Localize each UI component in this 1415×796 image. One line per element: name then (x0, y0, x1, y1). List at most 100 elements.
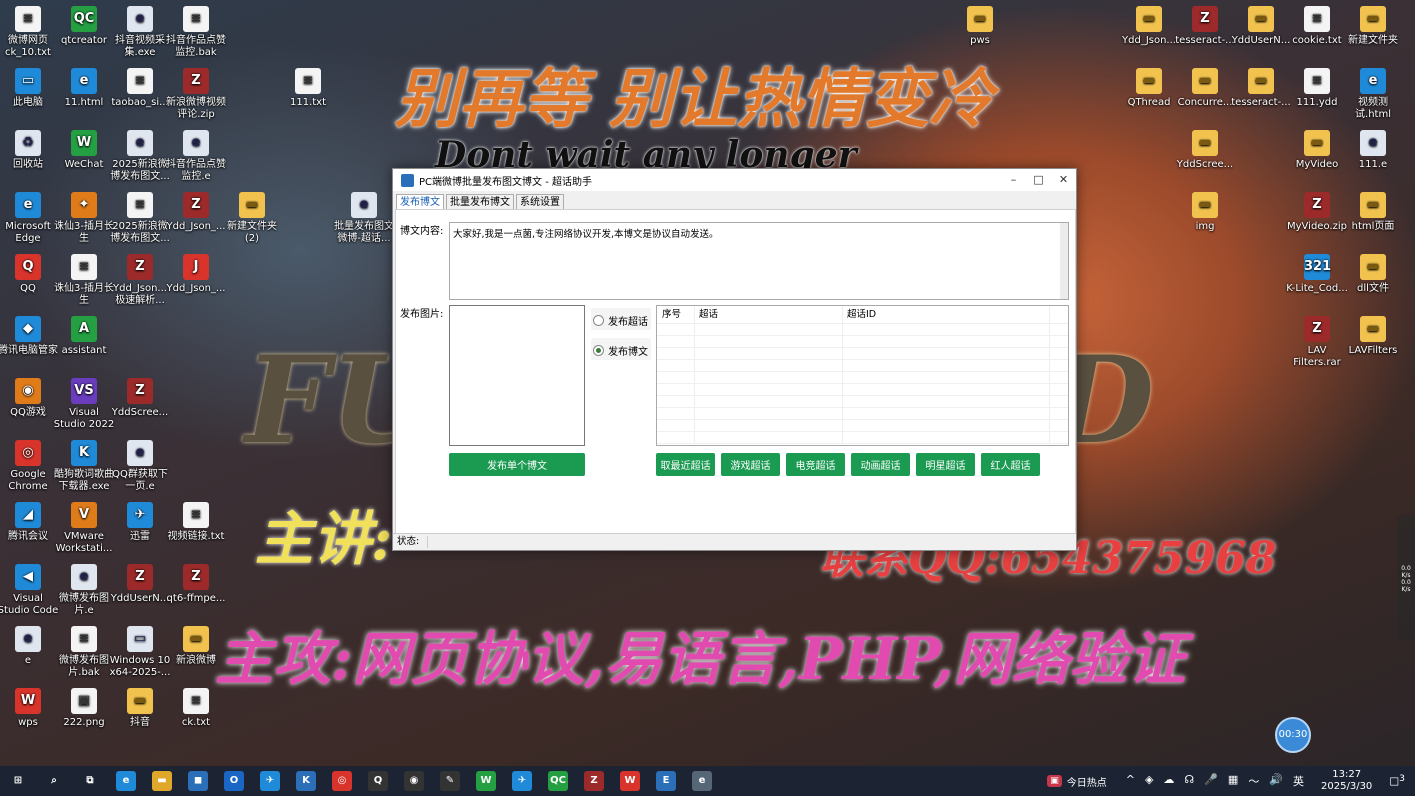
desktop-icon[interactable]: e 抖音视频采集.exe (109, 6, 171, 59)
table-row[interactable] (657, 336, 1068, 348)
tray-icon[interactable]: 🔊 (1269, 773, 1283, 789)
tray-icon[interactable]: 英 (1293, 773, 1304, 789)
desktop-icon[interactable]: Z Ydd_Json_... (165, 192, 227, 233)
timer-widget[interactable]: 00:30 (1275, 717, 1311, 753)
table-row[interactable] (657, 324, 1068, 336)
table-row[interactable] (657, 408, 1068, 420)
image-box[interactable] (449, 305, 585, 446)
desktop-icon[interactable]: ▬ Ydd_Json... (1118, 6, 1180, 47)
recent-chaohua-button[interactable]: 取最近超话 (656, 453, 715, 476)
taskbar-app-e[interactable]: e (684, 766, 720, 796)
desktop-icon[interactable]: ▬ html页面 (1342, 192, 1404, 233)
desktop-icon[interactable]: ▬ 抖音 (109, 688, 171, 729)
desktop-icon[interactable]: e QQ群获取下一页.e (109, 440, 171, 493)
desktop-icon[interactable]: Z YddScree... (109, 378, 171, 419)
table-row[interactable] (657, 432, 1068, 444)
desktop-icon[interactable]: ≡ 诛仙3-插月长生 (53, 254, 115, 307)
taskbar-kugou[interactable]: K (288, 766, 324, 796)
taskbar-outlook[interactable]: O (216, 766, 252, 796)
desktop-icon[interactable]: ▭ 此电脑 (0, 68, 59, 109)
desktop-icon[interactable]: ▭ Windows 10 x64-2025-... (109, 626, 171, 679)
desktop-icon[interactable]: Z 新浪微博视频评论.zip (165, 68, 227, 121)
desktop-icon[interactable]: ♻ 回收站 (0, 130, 59, 171)
desktop-icon[interactable]: ≡ 微博发布图片.bak (53, 626, 115, 679)
desktop-icon[interactable]: e 111.e (1342, 130, 1404, 171)
anime-chaohua-button[interactable]: 动画超话 (851, 453, 910, 476)
taskbar-explorer[interactable]: ▬ (144, 766, 180, 796)
tray-icon[interactable]: ^ (1126, 773, 1135, 789)
desktop-icon[interactable]: Z Ydd_Json...极速解析... (109, 254, 171, 307)
taskbar-edge[interactable]: e (108, 766, 144, 796)
desktop-icon[interactable]: Ztesseract-... (1174, 6, 1236, 47)
content-textarea[interactable]: 大家好,我是一点菌,专注网络协议开发,本博文是协议自动发送。 (449, 222, 1069, 300)
desktop-icon[interactable]: QC qtcreator (53, 6, 115, 47)
desktop-icon[interactable]: ≡ 2025新浪微博发布图文... (109, 192, 171, 245)
desktop-icon[interactable]: e 批量发布图文微博-超话... (333, 192, 395, 245)
desktop-icon[interactable]: 321 K-Lite_Cod... (1286, 254, 1348, 295)
taskbar-chrome[interactable]: ◎ (324, 766, 360, 796)
table-row[interactable] (657, 396, 1068, 408)
desktop-icon[interactable]: W WeChat (53, 130, 115, 171)
desktop-icon[interactable]: ▬ YddUserN... (1230, 6, 1292, 47)
desktop-icon[interactable]: ≡ 111.txt (277, 68, 339, 109)
desktop-icon[interactable]: e 视频测试.html (1342, 68, 1404, 121)
clock[interactable]: 13:27 2025/3/30 (1321, 769, 1372, 793)
desktop-icon[interactable]: e 2025新浪微博发布图文... (109, 130, 171, 183)
taskbar-start[interactable]: ⊞ (0, 766, 36, 796)
publish-single-button[interactable]: 发布单个博文 (449, 453, 585, 476)
taskbar-qtcreator[interactable]: QC (540, 766, 576, 796)
desktop-icon[interactable]: K 酷狗歌词歌曲下载器.exe (53, 440, 115, 493)
tab-batch-publish[interactable]: 批量发布博文 (446, 194, 514, 209)
desktop-icon[interactable]: ≡ 微博网页ck_10.txt (0, 6, 59, 59)
tray-icon[interactable]: ▦ (1228, 773, 1238, 789)
desktop-icon[interactable]: ▬ Concurre... (1174, 68, 1236, 109)
close-button[interactable]: ✕ (1051, 169, 1076, 191)
star-chaohua-button[interactable]: 明星超话 (916, 453, 975, 476)
desktop-icon[interactable]: ▣ 222.png (53, 688, 115, 729)
desktop-icon[interactable]: e 微博发布图片.e (53, 564, 115, 617)
desktop-icon[interactable]: ▬ MyVideo (1286, 130, 1348, 171)
notification-icon[interactable]: ☐3 (1389, 773, 1405, 789)
desktop-icon[interactable]: Q QQ (0, 254, 59, 295)
content-scrollbar[interactable] (1060, 223, 1068, 299)
desktop-icon[interactable]: ◉ QQ游戏 (0, 378, 59, 419)
desktop-icon[interactable]: ▬ YddScree... (1174, 130, 1236, 171)
desktop-icon[interactable]: ◎ Google Chrome (0, 440, 59, 493)
taskbar-store[interactable]: ◼ (180, 766, 216, 796)
desktop-icon[interactable]: Z LAV Filters.rar (1286, 316, 1348, 369)
desktop-icon[interactable]: ▬ 新浪微博 (165, 626, 227, 667)
network-monitor-widget[interactable]: 0.0 K/s 0.0 K/s (1397, 515, 1415, 640)
desktop-icon[interactable]: ◢ 腾讯会议 (0, 502, 59, 543)
taskbar-zip[interactable]: Z (576, 766, 612, 796)
desktop-icon[interactable]: ▬ pws (949, 6, 1011, 47)
tray-icon[interactable]: 🎤 (1204, 773, 1218, 789)
desktop-icon[interactable]: Z MyVideo.zip (1286, 192, 1348, 233)
desktop-icon[interactable]: e 11.html (53, 68, 115, 109)
taskbar-xunlei2[interactable]: ✈ (504, 766, 540, 796)
desktop-icon[interactable]: ≡ 视频链接.txt (165, 502, 227, 543)
table-row[interactable] (657, 372, 1068, 384)
desktop-icon[interactable]: ▬ 新建文件夹 (1342, 6, 1404, 47)
desktop-icon[interactable]: ≡ ck.txt (165, 688, 227, 729)
desktop-icon[interactable]: Zqt6-ffmpe... (165, 564, 227, 605)
taskbar-qq[interactable]: Q (360, 766, 396, 796)
tray-icon[interactable]: 〜 (1248, 773, 1259, 789)
desktop-icon[interactable]: ▬ img (1174, 192, 1236, 233)
taskbar-wechat[interactable]: W (468, 766, 504, 796)
desktop-icon[interactable]: ◀ Visual Studio Code (0, 564, 59, 617)
desktop-icon[interactable]: ▬ dll文件 (1342, 254, 1404, 295)
news-label[interactable]: 今日热点 (1067, 774, 1107, 789)
taskbar-task-view[interactable]: ⧉ (72, 766, 108, 796)
taskbar-pen[interactable]: ✎ (432, 766, 468, 796)
desktop-icon[interactable]: VS Visual Studio 2022 (53, 378, 115, 431)
radio-publish-chaohua[interactable]: 发布超话 (593, 313, 648, 328)
table-row[interactable] (657, 348, 1068, 360)
desktop-icon[interactable]: Wwps (0, 688, 59, 729)
desktop-icon[interactable]: ▬ QThread (1118, 68, 1180, 109)
taskbar-wps[interactable]: W (612, 766, 648, 796)
desktop-icon[interactable]: e 抖音作品点赞监控.e (165, 130, 227, 183)
esports-chaohua-button[interactable]: 电竞超话 (786, 453, 845, 476)
tray-icon[interactable]: ☊ (1184, 773, 1194, 789)
desktop-icon[interactable]: Z YddUserN... (109, 564, 171, 605)
desktop-icon[interactable]: ◆ 腾讯电脑管家 (0, 316, 59, 357)
